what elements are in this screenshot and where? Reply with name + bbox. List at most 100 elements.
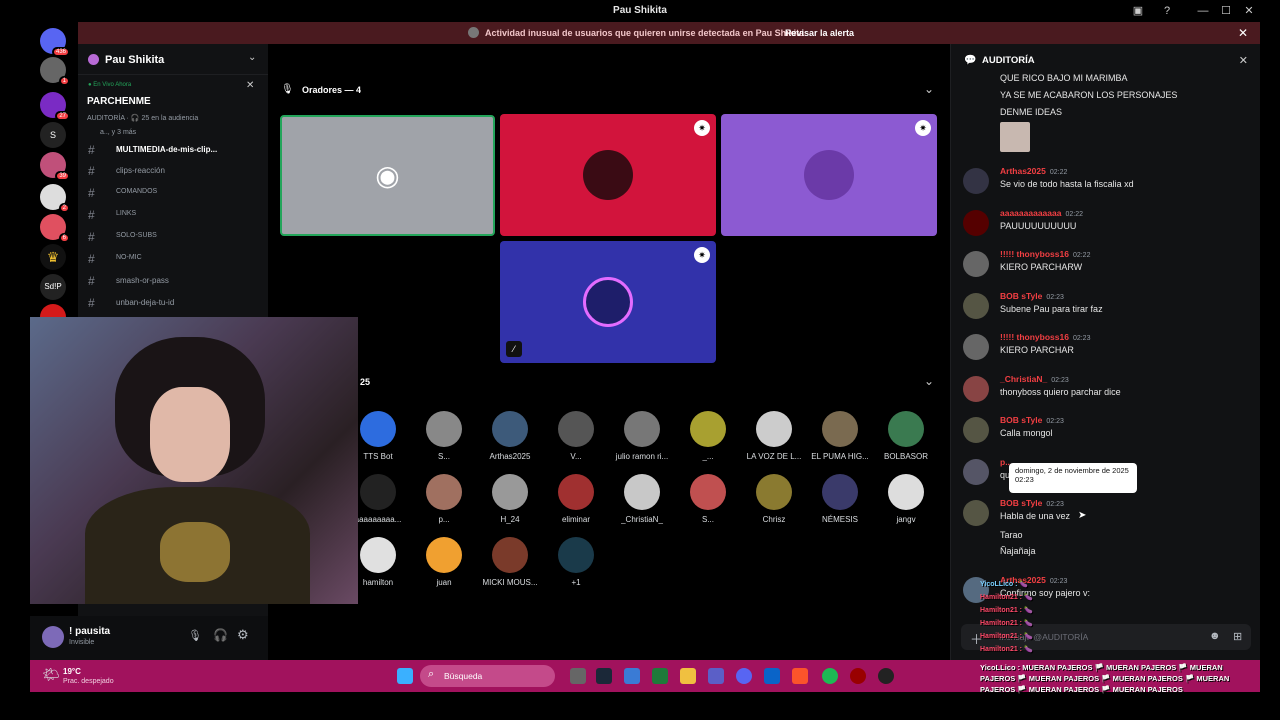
start-button-icon[interactable] xyxy=(397,668,413,684)
message-author: Arthas2025 02:22 xyxy=(1000,166,1067,176)
audience-member[interactable]: H_24 xyxy=(480,474,540,524)
teams-icon[interactable] xyxy=(708,668,724,684)
file-explorer-icon[interactable] xyxy=(680,668,696,684)
speaker-tile[interactable]: ✷ xyxy=(500,114,716,236)
server-icon[interactable]: 27 xyxy=(40,92,70,121)
chat-line: Tarao xyxy=(1000,530,1023,540)
chevron-down-icon[interactable]: ⌄ xyxy=(248,52,256,63)
dm-home-icon[interactable]: 436 xyxy=(40,28,70,57)
audience-member[interactable]: +1 xyxy=(546,537,606,587)
channel-item[interactable]: # LINKS xyxy=(86,206,261,226)
channel-item[interactable]: # SOLO-SUBS xyxy=(86,228,261,248)
microphone-icon: 🎙 xyxy=(281,84,294,95)
copilot-icon[interactable] xyxy=(624,668,640,684)
microphone-icon[interactable]: 🎙 xyxy=(188,629,202,642)
maximize-button[interactable]: ☐ xyxy=(1218,3,1234,19)
avatar xyxy=(492,537,528,573)
sticker-image[interactable] xyxy=(1000,122,1030,152)
channel-label: MULTIMEDIA-de-mis-clip... xyxy=(116,145,218,154)
audience-member[interactable]: Chrisz xyxy=(744,474,804,524)
channel-item[interactable]: # NO-MIC xyxy=(86,250,261,270)
chat-message[interactable]: aaaaaaaaaaaaa 02:22 PAUUUUUUUUUU xyxy=(961,208,1251,238)
avatar xyxy=(558,537,594,573)
steam-icon[interactable] xyxy=(596,668,612,684)
audience-name: julio ramon ri... xyxy=(615,452,669,461)
brave-browser-icon[interactable] xyxy=(792,668,808,684)
channel-item[interactable]: # unban-deja-tu-id xyxy=(86,294,261,314)
speaker-tile[interactable]: ✷ ⁄ xyxy=(500,241,716,363)
obs-icon[interactable] xyxy=(878,668,894,684)
audience-member[interactable]: _ChristiaN_ xyxy=(612,474,672,524)
discord-icon[interactable] xyxy=(736,668,752,684)
audience-name: juan xyxy=(436,578,452,587)
audience-member[interactable]: LA VOZ DE L... xyxy=(744,411,804,461)
audience-member[interactable]: S... xyxy=(414,411,474,461)
close-icon[interactable]: ✕ xyxy=(1239,54,1248,67)
audience-member[interactable]: Arthas2025 xyxy=(480,411,540,461)
avatar xyxy=(492,411,528,447)
chat-message[interactable]: !!!!! thonyboss16 02:23 KIERO PARCHAR xyxy=(961,332,1251,362)
outlook-icon[interactable] xyxy=(764,668,780,684)
audience-member[interactable]: julio ramon ri... xyxy=(612,411,672,461)
avatar xyxy=(583,277,633,327)
settings-gear-icon[interactable]: ⚙ xyxy=(237,627,249,643)
audience-member[interactable]: V... xyxy=(546,411,606,461)
task-view-icon[interactable] xyxy=(570,668,586,684)
chevron-down-icon[interactable]: ⌄ xyxy=(924,82,934,96)
chat-message[interactable]: _ChristiaN_ 02:23 thonyboss quiero parchar… xyxy=(961,374,1251,404)
avatar xyxy=(583,150,633,200)
channel-item[interactable]: # COMANDOS xyxy=(86,184,261,204)
help-icon[interactable]: ? xyxy=(1159,3,1175,19)
chat-message[interactable]: BOB sTyle 02:23 Habla de una vez xyxy=(961,498,1251,528)
audience-member[interactable]: S... xyxy=(678,474,738,524)
chat-message[interactable]: BOB sTyle 02:23 Calla mongol xyxy=(961,415,1251,445)
chat-message[interactable]: Arthas2025 02:22 Se vio de todo hasta la f… xyxy=(961,166,1251,196)
crown-icon[interactable]: ♛ xyxy=(40,244,66,270)
hash-icon: # xyxy=(88,230,95,244)
taskbar-search[interactable]: ⌕ Búsqueda xyxy=(420,665,555,687)
headphones-icon[interactable]: 🎧 xyxy=(213,628,228,642)
server-icon[interactable]: 39 xyxy=(40,152,70,181)
speaker-tile[interactable]: ✷ xyxy=(721,114,937,236)
audience-member[interactable]: EL PUMA HIG... xyxy=(810,411,870,461)
app-icon[interactable] xyxy=(652,668,668,684)
channel-item[interactable]: # smash-or-pass xyxy=(86,272,261,292)
server-name[interactable]: Pau Shikita xyxy=(105,54,164,66)
close-icon[interactable]: ✕ xyxy=(246,80,254,91)
inbox-icon[interactable]: ▣ xyxy=(1130,3,1146,19)
speaker-tile[interactable]: ◉ xyxy=(280,115,495,236)
audience-member[interactable]: eliminar xyxy=(546,474,606,524)
emoji-icon[interactable]: ☻ xyxy=(1209,630,1221,642)
audience-member[interactable]: BOLBASOR xyxy=(876,411,936,461)
spotify-icon[interactable] xyxy=(822,668,838,684)
avatar xyxy=(963,209,989,236)
close-button[interactable]: ✕ xyxy=(1241,3,1257,19)
audience-member[interactable]: NÉMESIS xyxy=(810,474,870,524)
chat-message[interactable]: BOB sTyle 02:23 Subene Pau para tirar faz xyxy=(961,291,1251,321)
server-icon[interactable]: 6 xyxy=(40,214,70,243)
chevron-down-icon[interactable]: ⌄ xyxy=(924,374,934,388)
audience-member[interactable]: p... xyxy=(414,474,474,524)
apps-icon[interactable]: ⊞ xyxy=(1233,630,1242,643)
channel-item[interactable]: # clips-reacción xyxy=(86,162,261,182)
channel-item[interactable]: # MULTIMEDIA-de-mis-clip... xyxy=(86,141,261,161)
server-icon[interactable]: 2 xyxy=(40,184,70,213)
chat-message[interactable]: !!!!! thonyboss16 02:22 KIERO PARCHARW xyxy=(961,249,1251,279)
review-alert-link[interactable]: Revisar la alerta xyxy=(785,28,854,38)
audience-count: 25 xyxy=(360,377,371,387)
hash-icon: # xyxy=(88,186,95,200)
audience-member[interactable]: MICKI MOUS... xyxy=(480,537,540,587)
author-name: Arthas2025 xyxy=(1000,166,1046,176)
avatar xyxy=(624,474,660,510)
close-icon[interactable]: ✕ xyxy=(1238,26,1248,40)
audience-name: BOLBASOR xyxy=(883,452,928,461)
audience-member[interactable]: jangv xyxy=(876,474,936,524)
server-icon[interactable]: Sd!P xyxy=(40,274,66,300)
audience-member[interactable]: _... xyxy=(678,411,738,461)
avatar[interactable] xyxy=(42,626,64,648)
server-icon[interactable]: 1 xyxy=(40,57,70,86)
minimize-button[interactable]: — xyxy=(1195,3,1211,19)
server-icon[interactable]: S xyxy=(40,122,66,148)
app-icon[interactable] xyxy=(850,668,866,684)
audience-member[interactable]: juan xyxy=(414,537,474,587)
